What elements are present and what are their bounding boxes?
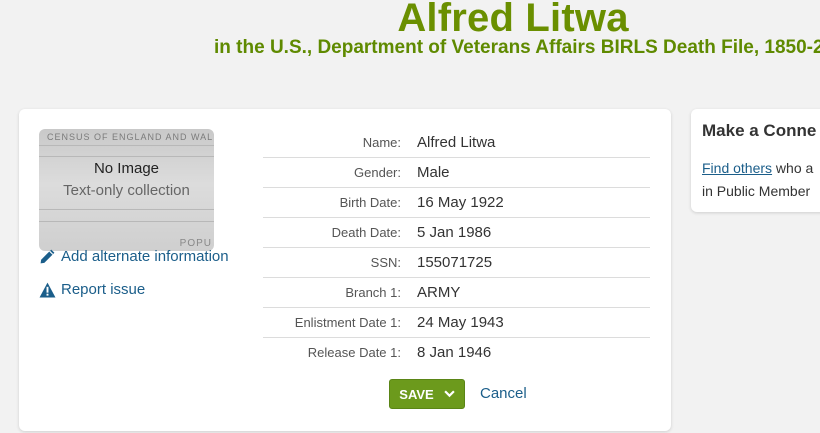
thumbnail-line — [39, 209, 214, 210]
chevron-down-icon[interactable] — [444, 390, 455, 398]
make-connection-card: Make a Conne Find others who a in Public… — [691, 109, 820, 212]
thumbnail-line — [39, 221, 214, 222]
field-label: Branch 1: — [345, 285, 401, 300]
thumbnail-census-text: CENSUS OF ENGLAND AND WALES — [47, 132, 214, 142]
add-alternate-link[interactable]: Add alternate information — [39, 248, 229, 265]
field-row-death-date: Death Date: 5 Jan 1986 — [263, 218, 650, 248]
pencil-icon — [40, 249, 55, 264]
field-value[interactable]: ARMY — [417, 284, 460, 301]
record-card: CENSUS OF ENGLAND AND WALES No Image Tex… — [19, 109, 671, 431]
field-row-gender: Gender: Male — [263, 158, 650, 188]
field-value[interactable]: Alfred Litwa — [417, 134, 495, 151]
make-connection-title: Make a Conne — [702, 121, 817, 140]
thumbnail-line — [39, 156, 214, 157]
field-row-release-date: Release Date 1: 8 Jan 1946 — [263, 338, 650, 367]
find-others-link[interactable]: Find others — [702, 160, 772, 176]
make-connection-text: Find others who a in Public Member — [702, 157, 813, 203]
report-issue-label: Report issue — [61, 281, 146, 298]
connection-text-line2: in Public Member — [702, 183, 811, 199]
field-value[interactable]: 5 Jan 1986 — [417, 224, 491, 241]
text-only-label: Text-only collection — [63, 182, 190, 199]
no-image-label: No Image — [93, 160, 160, 177]
cancel-link[interactable]: Cancel — [480, 385, 527, 402]
field-row-birth-date: Birth Date: 16 May 1922 — [263, 188, 650, 218]
field-value[interactable]: Male — [417, 164, 450, 181]
record-fields: Name: Alfred Litwa Gender: Male Birth Da… — [263, 128, 650, 367]
warning-icon — [39, 282, 56, 297]
save-button[interactable]: SAVE — [389, 379, 465, 409]
collection-subtitle: in the U.S., Department of Veterans Affa… — [214, 37, 820, 58]
add-alternate-label: Add alternate information — [61, 248, 229, 265]
field-row-branch: Branch 1: ARMY — [263, 278, 650, 308]
field-label: Release Date 1: — [307, 345, 401, 360]
page-title: Alfred Litwa — [397, 0, 629, 40]
field-value[interactable]: 16 May 1922 — [417, 194, 504, 211]
field-label: Birth Date: — [339, 195, 401, 210]
field-row-ssn: SSN: 155071725 — [263, 248, 650, 278]
save-label: SAVE — [399, 386, 434, 402]
field-label: Death Date: — [331, 225, 401, 240]
report-issue-link[interactable]: Report issue — [39, 281, 145, 298]
field-row-enlistment-date: Enlistment Date 1: 24 May 1943 — [263, 308, 650, 338]
field-row-name: Name: Alfred Litwa — [263, 128, 650, 158]
field-value[interactable]: 8 Jan 1946 — [417, 344, 491, 361]
connection-text-rest: who a — [772, 160, 814, 176]
field-label: Name: — [362, 135, 401, 150]
field-label: SSN: — [370, 255, 401, 270]
field-value[interactable]: 24 May 1943 — [417, 314, 504, 331]
field-label: Enlistment Date 1: — [294, 315, 401, 330]
field-value[interactable]: 155071725 — [417, 254, 492, 271]
thumbnail-line — [39, 145, 214, 146]
field-label: Gender: — [354, 165, 401, 180]
record-thumbnail: CENSUS OF ENGLAND AND WALES No Image Tex… — [39, 129, 214, 251]
